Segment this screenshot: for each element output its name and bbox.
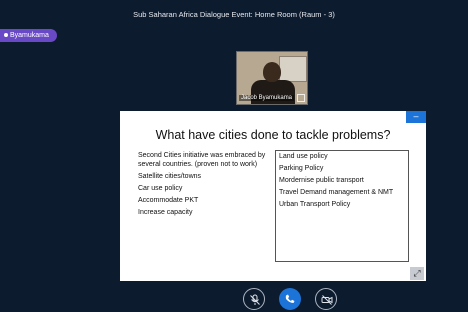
minimize-presentation-button[interactable]: – <box>406 111 426 123</box>
mute-button[interactable] <box>243 288 265 310</box>
participant-name: Jacob Byamukama <box>239 95 295 101</box>
call-controls <box>0 288 468 312</box>
list-item: Satellite cities/towns <box>138 172 202 180</box>
list-item: Second Cities initiative was embraced by… <box>138 152 266 168</box>
list-item: Urban Transport Policy <box>279 201 351 208</box>
participant-head <box>263 62 281 82</box>
mic-muted-icon <box>250 294 260 305</box>
video-background <box>279 56 307 82</box>
list-item: Car use policy <box>138 184 183 192</box>
leave-call-button[interactable] <box>279 288 301 310</box>
expand-icon[interactable] <box>297 94 305 102</box>
list-item: Parking Policy <box>279 165 324 172</box>
camera-off-icon <box>321 295 333 305</box>
speaking-indicator-icon <box>4 33 8 38</box>
participant-body <box>251 80 295 104</box>
active-speaker-badge: Byamukama <box>0 29 57 42</box>
list-item: Increase capacity <box>138 208 193 216</box>
slide-right-box: Land use policy Parking Policy Mordernis… <box>275 150 409 262</box>
list-item: Travel Demand management & NMT <box>279 189 394 196</box>
slide-left-list: Second Cities initiative was embraced by… <box>138 152 272 221</box>
fullscreen-presentation-button[interactable]: ⤢ <box>410 267 424 280</box>
list-item: Accommodate PKT <box>138 196 199 204</box>
list-item: Land use policy <box>279 153 328 160</box>
slide-title: What have cities done to tackle problems… <box>155 128 391 142</box>
camera-toggle-button[interactable] <box>315 288 337 310</box>
list-item: Mordernise public transport <box>279 177 364 184</box>
meeting-title: Sub Saharan Africa Dialogue Event: Home … <box>133 10 335 19</box>
phone-icon <box>285 294 295 303</box>
presentation-slide: – What have cities done to tackle proble… <box>120 111 426 281</box>
active-speaker-name: Byamukama <box>10 32 49 39</box>
participant-video-tile[interactable]: Jacob Byamukama <box>236 51 308 105</box>
